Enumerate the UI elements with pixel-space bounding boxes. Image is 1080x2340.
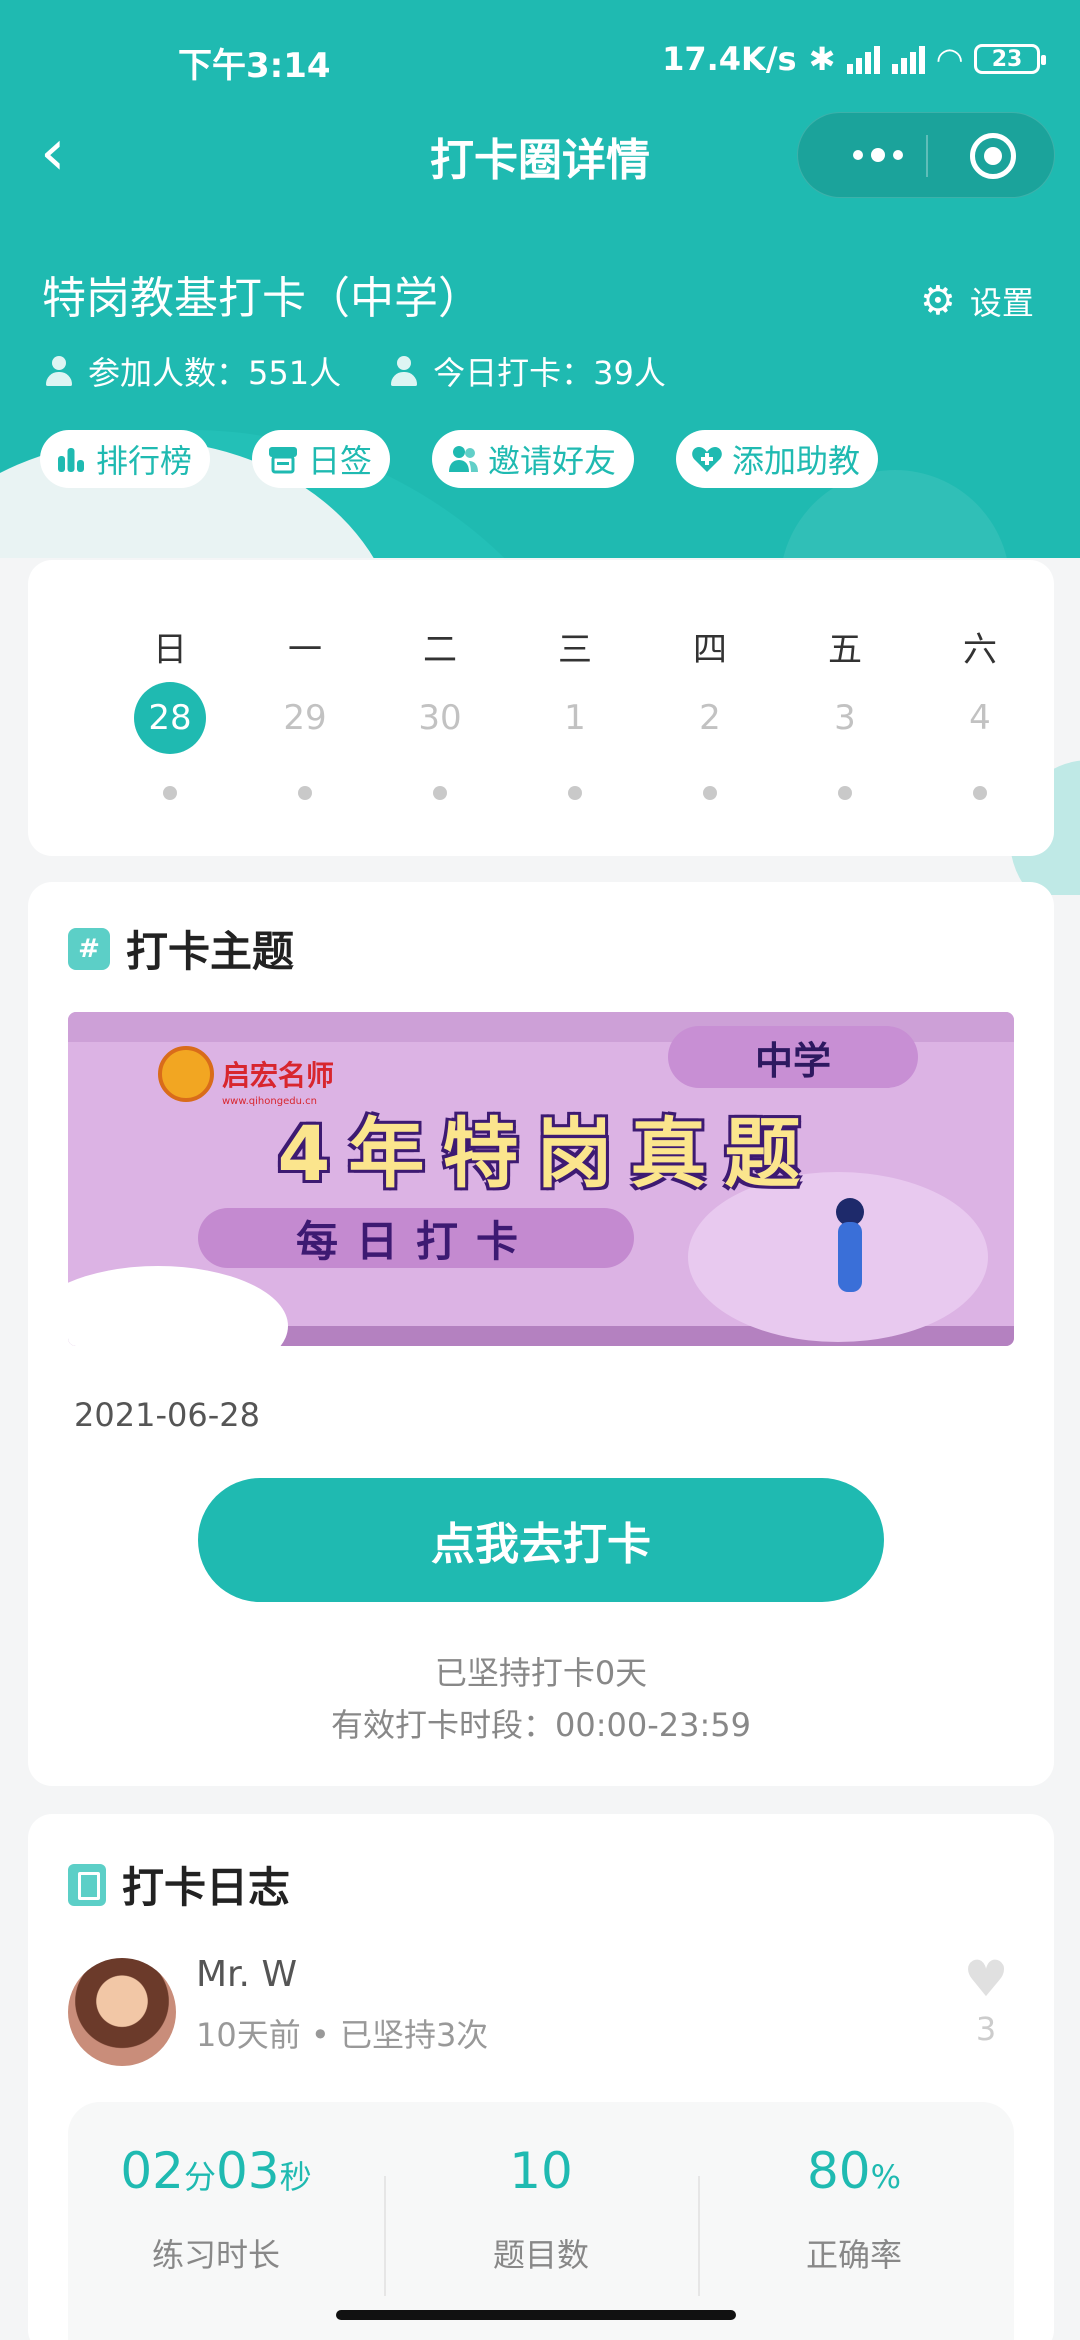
battery-level: 23 bbox=[991, 46, 1023, 72]
add-assistant-label: 添加助教 bbox=[732, 442, 861, 480]
log-meta: 10天前 • 已坚持3次 bbox=[196, 2016, 489, 2054]
date-number[interactable]: 1 bbox=[539, 682, 611, 754]
theme-title-text: 打卡主题 bbox=[126, 927, 295, 976]
action-bar: 排行榜 日签 邀请好友 添加助教 bbox=[40, 430, 879, 488]
today-checkin-count: 今日打卡：39人 bbox=[389, 348, 666, 394]
streak-text: 已坚持打卡0天 bbox=[434, 1654, 648, 1692]
checkin-button[interactable]: 点我去打卡 bbox=[198, 1478, 884, 1602]
invite-friends-icon bbox=[446, 442, 480, 476]
today-checkin-text: 今日打卡：39人 bbox=[433, 354, 666, 392]
theme-banner-image[interactable]: 启宏名师 www.qihongedu.cn 中学 4年特岗真题 每日打卡 bbox=[68, 1012, 1014, 1346]
miniprogram-capsule bbox=[797, 112, 1055, 198]
daily-sign-button[interactable]: 日签 bbox=[252, 430, 391, 488]
heart-icon: ♥ bbox=[963, 1950, 1009, 2008]
calendar-sign-icon bbox=[266, 442, 300, 476]
circle-stats: 参加人数：551人 今日打卡：39人 bbox=[44, 348, 666, 394]
settings-button[interactable]: ⚙ 设置 bbox=[920, 278, 1034, 324]
checkin-theme-card: # 打卡主题 启宏名师 www.qihongedu.cn 中学 4年特岗真题 每… bbox=[28, 882, 1054, 1786]
leaderboard-label: 排行榜 bbox=[96, 442, 193, 480]
stat-questions: 10 题目数 bbox=[391, 2142, 691, 2276]
people-icon bbox=[389, 356, 423, 386]
accuracy-label: 正确率 bbox=[805, 2236, 902, 2274]
weekday-label: 四 bbox=[693, 630, 727, 670]
checkin-status-dot bbox=[838, 786, 852, 800]
questions-value: 10 bbox=[509, 2142, 573, 2200]
stat-duration: 02分03秒 练习时长 bbox=[66, 2142, 366, 2276]
checkin-status-dot bbox=[298, 786, 312, 800]
date-number[interactable]: 3 bbox=[809, 682, 881, 754]
hashtag-icon: # bbox=[68, 927, 110, 970]
weekday-label: 一 bbox=[288, 630, 322, 670]
checkin-status-dot bbox=[973, 786, 987, 800]
capsule-divider bbox=[926, 135, 928, 177]
signal-icon-2 bbox=[892, 44, 926, 74]
week-calendar: 日 28 一 29 二 30 三 1 四 2 五 3 六 4 bbox=[28, 560, 1054, 856]
avatar[interactable] bbox=[68, 1958, 176, 2066]
selected-date[interactable]: 28 bbox=[134, 682, 206, 754]
date-number[interactable]: 29 bbox=[269, 682, 341, 754]
checkin-status-dot bbox=[703, 786, 717, 800]
people-icon bbox=[44, 356, 78, 386]
duration-label: 练习时长 bbox=[151, 2236, 280, 2274]
weekday-label: 六 bbox=[963, 630, 997, 670]
practice-stats: 02分03秒 练习时长 10 题目数 80% 正确率 bbox=[68, 2102, 1014, 2340]
signal-icon bbox=[847, 44, 881, 74]
settings-label: 设置 bbox=[969, 284, 1034, 322]
theme-date: 2021-06-28 bbox=[74, 1396, 260, 1434]
add-assistant-button[interactable]: 添加助教 bbox=[676, 430, 879, 488]
weekday-label: 五 bbox=[828, 630, 862, 670]
banner-cloud bbox=[68, 1266, 288, 1346]
checkin-log-card: 打卡日志 Mr. W 10天前 • 已坚持3次 ♥ 3 02分03秒 练习时长 … bbox=[28, 1814, 1054, 2340]
member-count-text: 参加人数：551人 bbox=[88, 354, 342, 392]
like-count: 3 bbox=[975, 2010, 997, 2048]
user-name[interactable]: Mr. W bbox=[196, 1954, 297, 1995]
bar-chart-icon bbox=[54, 442, 88, 476]
weekday-label: 日 bbox=[153, 630, 187, 670]
close-miniprogram-icon[interactable] bbox=[970, 133, 1016, 179]
status-time: 下午3:14 bbox=[178, 46, 331, 86]
questions-label: 题目数 bbox=[492, 2236, 589, 2274]
valid-period-text: 有效打卡时段：00:00-23:59 bbox=[331, 1706, 751, 1744]
stat-divider bbox=[384, 2176, 386, 2296]
leaderboard-button[interactable]: 排行榜 bbox=[40, 430, 211, 488]
accuracy-value: 80% bbox=[806, 2142, 902, 2200]
wifi-icon: ◠ bbox=[937, 40, 962, 78]
banner-person-body bbox=[838, 1222, 862, 1292]
banner-subtitle: 每日打卡 bbox=[198, 1208, 634, 1268]
battery-icon: 23 bbox=[974, 44, 1046, 74]
more-icon[interactable] bbox=[838, 135, 918, 175]
checkin-status-dot bbox=[433, 786, 447, 800]
daily-sign-label: 日签 bbox=[308, 442, 373, 480]
theme-section-title: # 打卡主题 bbox=[68, 918, 294, 979]
notebook-icon bbox=[68, 1863, 106, 1906]
log-section-title: 打卡日志 bbox=[68, 1854, 290, 1915]
status-bar: 下午3:14 17.4K/s ✱ ◠ 23 bbox=[0, 0, 1080, 120]
like-button[interactable]: ♥ 3 bbox=[958, 1954, 1014, 2048]
invite-friends-label: 邀请好友 bbox=[488, 442, 617, 480]
checkin-status-dot bbox=[163, 786, 177, 800]
status-indicators: 17.4K/s ✱ ◠ 23 bbox=[662, 40, 1046, 78]
home-indicator[interactable] bbox=[336, 2310, 736, 2320]
bluetooth-icon: ✱ bbox=[808, 40, 836, 78]
weekday-label: 三 bbox=[558, 630, 592, 670]
invite-friends-button[interactable]: 邀请好友 bbox=[432, 430, 635, 488]
circle-name: 特岗教基打卡（中学） bbox=[42, 273, 482, 324]
banner-headline: 4年特岗真题 bbox=[277, 1109, 819, 1198]
duration-value: 02分03秒 bbox=[120, 2142, 312, 2200]
member-count: 参加人数：551人 bbox=[44, 348, 341, 394]
network-speed: 17.4K/s bbox=[662, 40, 797, 78]
weekday-label: 二 bbox=[423, 630, 457, 670]
add-assistant-icon bbox=[690, 442, 724, 476]
date-number[interactable]: 30 bbox=[404, 682, 476, 754]
date-number[interactable]: 4 bbox=[944, 682, 1016, 754]
stat-accuracy: 80% 正确率 bbox=[704, 2142, 1004, 2276]
stat-divider bbox=[698, 2176, 700, 2296]
date-number[interactable]: 2 bbox=[674, 682, 746, 754]
log-title-text: 打卡日志 bbox=[122, 1863, 291, 1912]
banner-tag: 中学 bbox=[668, 1026, 918, 1088]
checkin-status-dot bbox=[568, 786, 582, 800]
gear-icon: ⚙ bbox=[920, 278, 956, 324]
brand-name: 启宏名师 bbox=[222, 1059, 335, 1092]
